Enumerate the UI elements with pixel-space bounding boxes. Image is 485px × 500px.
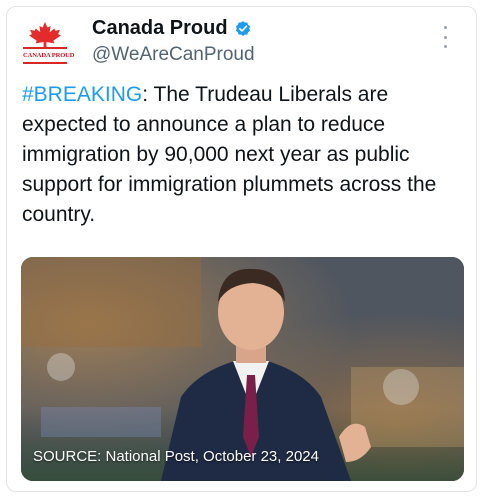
avatar[interactable]: CANADA PROUD [19, 18, 74, 70]
account-handle[interactable]: @WeAreCanProud [92, 44, 255, 66]
maple-leaf-icon [29, 21, 61, 48]
media-source-caption: SOURCE: National Post, October 23, 2024 [33, 448, 319, 465]
avatar-logo-text: CANADA PROUD [23, 47, 74, 64]
tweet-text: #BREAKING: The Trudeau Liberals are expe… [22, 80, 462, 230]
hashtag-link[interactable]: #BREAKING [22, 83, 142, 106]
verified-badge-icon [235, 20, 250, 36]
more-options-icon[interactable] [440, 26, 450, 48]
account-name[interactable]: Canada Proud [92, 17, 228, 40]
account-name-row: Canada Proud [92, 17, 252, 40]
